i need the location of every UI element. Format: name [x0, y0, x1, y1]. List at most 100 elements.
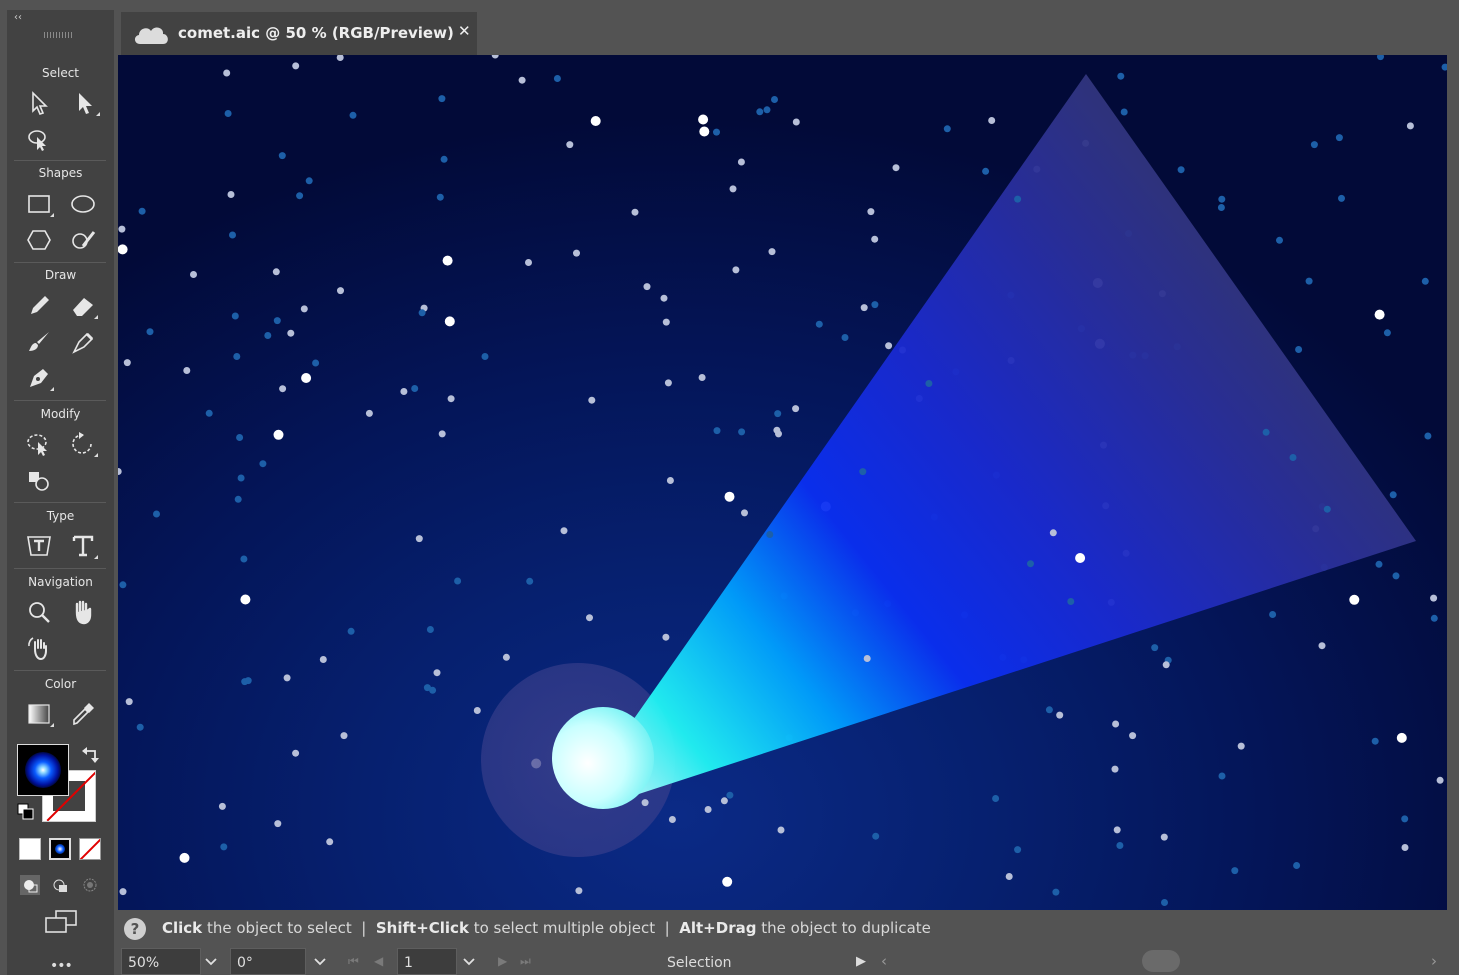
star [264, 332, 272, 339]
star [1318, 642, 1326, 650]
color-mode-none-button[interactable] [79, 838, 101, 860]
star [223, 69, 231, 77]
selection-tool[interactable] [22, 86, 56, 120]
draw-normal-icon[interactable] [20, 875, 40, 895]
star [763, 106, 771, 114]
fill-color-swatch[interactable] [17, 744, 69, 796]
scroll-left-icon[interactable]: ‹ [881, 952, 887, 970]
rectangle-tool[interactable] [22, 187, 56, 221]
last-artboard-icon[interactable]: ⏭ [520, 954, 531, 969]
collapse-panel-button[interactable]: ‹‹ [14, 12, 22, 23]
draw-inside-icon[interactable] [80, 875, 100, 895]
shape-builder-tool[interactable] [22, 427, 56, 461]
draw-behind-icon[interactable] [50, 875, 70, 895]
star [224, 110, 232, 117]
artboard[interactable] [118, 55, 1447, 910]
star [1374, 309, 1385, 320]
screen-mode-icon[interactable] [44, 910, 78, 940]
star [125, 698, 133, 706]
star [792, 118, 800, 126]
type-tool[interactable] [66, 529, 100, 563]
close-document-button[interactable]: ✕ [458, 22, 471, 40]
star [738, 428, 746, 436]
zoom-dropdown-icon[interactable] [199, 948, 223, 975]
artboard-number-field[interactable]: 1 [397, 948, 457, 975]
canvas-area[interactable] [116, 55, 1459, 910]
tools-panel: ‹‹ Select Shapes Draw Modify Type Naviga… [0, 0, 116, 975]
rotate-tool[interactable] [66, 427, 100, 461]
direct-selection-tool[interactable] [68, 86, 102, 120]
star [699, 126, 710, 137]
rotation-field[interactable]: 0° [230, 948, 306, 975]
star [278, 152, 286, 160]
first-artboard-icon[interactable]: ⏮ [348, 954, 359, 969]
default-colors-icon[interactable] [17, 803, 35, 825]
panel-grip-handle[interactable] [44, 32, 74, 38]
star [988, 117, 996, 124]
comet-tail[interactable] [605, 74, 1416, 805]
artwork-svg[interactable] [118, 55, 1447, 910]
star [1112, 720, 1120, 728]
pencil-tool[interactable] [22, 289, 56, 323]
horizontal-scroll-thumb[interactable] [1142, 950, 1180, 972]
next-artboard-icon[interactable]: ▶ [498, 954, 507, 968]
star [136, 723, 144, 731]
more-tools-button[interactable]: ••• [50, 958, 73, 974]
rotation-dropdown-icon[interactable] [308, 948, 332, 975]
star [347, 627, 355, 635]
star [1067, 598, 1075, 605]
gradient-tool[interactable] [22, 697, 56, 731]
star [241, 678, 249, 686]
status-menu-arrow-icon[interactable]: ▶ [856, 954, 866, 969]
section-label-shapes: Shapes [38, 166, 83, 180]
star [183, 367, 191, 374]
color-mode-gradient-button[interactable] [49, 838, 71, 860]
star [871, 235, 879, 243]
star [1396, 732, 1407, 743]
star [1113, 826, 1121, 834]
shaper-tool[interactable] [66, 223, 100, 257]
polygon-tool[interactable] [22, 223, 56, 257]
eraser-icon [73, 298, 93, 316]
star [301, 373, 312, 383]
help-icon[interactable]: ? [124, 918, 146, 940]
star [336, 55, 344, 61]
star [1269, 611, 1277, 618]
section-label-color: Color [44, 677, 77, 691]
scroll-right-icon[interactable]: › [1431, 952, 1437, 970]
lasso-select-tool[interactable] [22, 122, 56, 156]
vertical-scrollbar[interactable] [1447, 55, 1459, 945]
star [272, 268, 280, 276]
swap-fill-stroke-icon[interactable] [82, 745, 100, 767]
rotate-view-tool[interactable] [22, 631, 56, 665]
hand-tool[interactable] [66, 595, 100, 629]
star [863, 655, 871, 662]
star [698, 374, 706, 381]
star [1049, 529, 1057, 537]
eraser-tool[interactable] [66, 289, 100, 323]
document-tab[interactable]: comet.aic @ 50 % (RGB/Preview) ✕ [121, 12, 477, 55]
star [713, 427, 721, 435]
pen-tool[interactable] [22, 361, 56, 395]
color-mode-solid-button[interactable] [19, 838, 41, 860]
star [573, 249, 580, 257]
star [660, 294, 668, 302]
blob-brush-tool[interactable] [66, 325, 100, 359]
ellipse-icon [71, 195, 95, 213]
transform-again-tool[interactable] [22, 463, 56, 497]
artboard-dropdown-icon[interactable] [457, 948, 481, 975]
zoom-field[interactable]: 50% [121, 948, 201, 975]
star [179, 852, 190, 863]
text-on-shape-tool[interactable] [22, 529, 56, 563]
pencil-icon [31, 296, 49, 314]
zoom-tool[interactable] [22, 595, 56, 629]
star [1295, 346, 1303, 353]
star [631, 208, 639, 216]
eyedropper-tool[interactable] [66, 697, 100, 731]
ellipse-tool[interactable] [66, 187, 100, 221]
star [1014, 846, 1022, 854]
paintbrush-tool[interactable] [22, 325, 56, 359]
previous-artboard-icon[interactable]: ◀ [374, 954, 383, 968]
star [312, 359, 320, 367]
star [586, 614, 593, 622]
